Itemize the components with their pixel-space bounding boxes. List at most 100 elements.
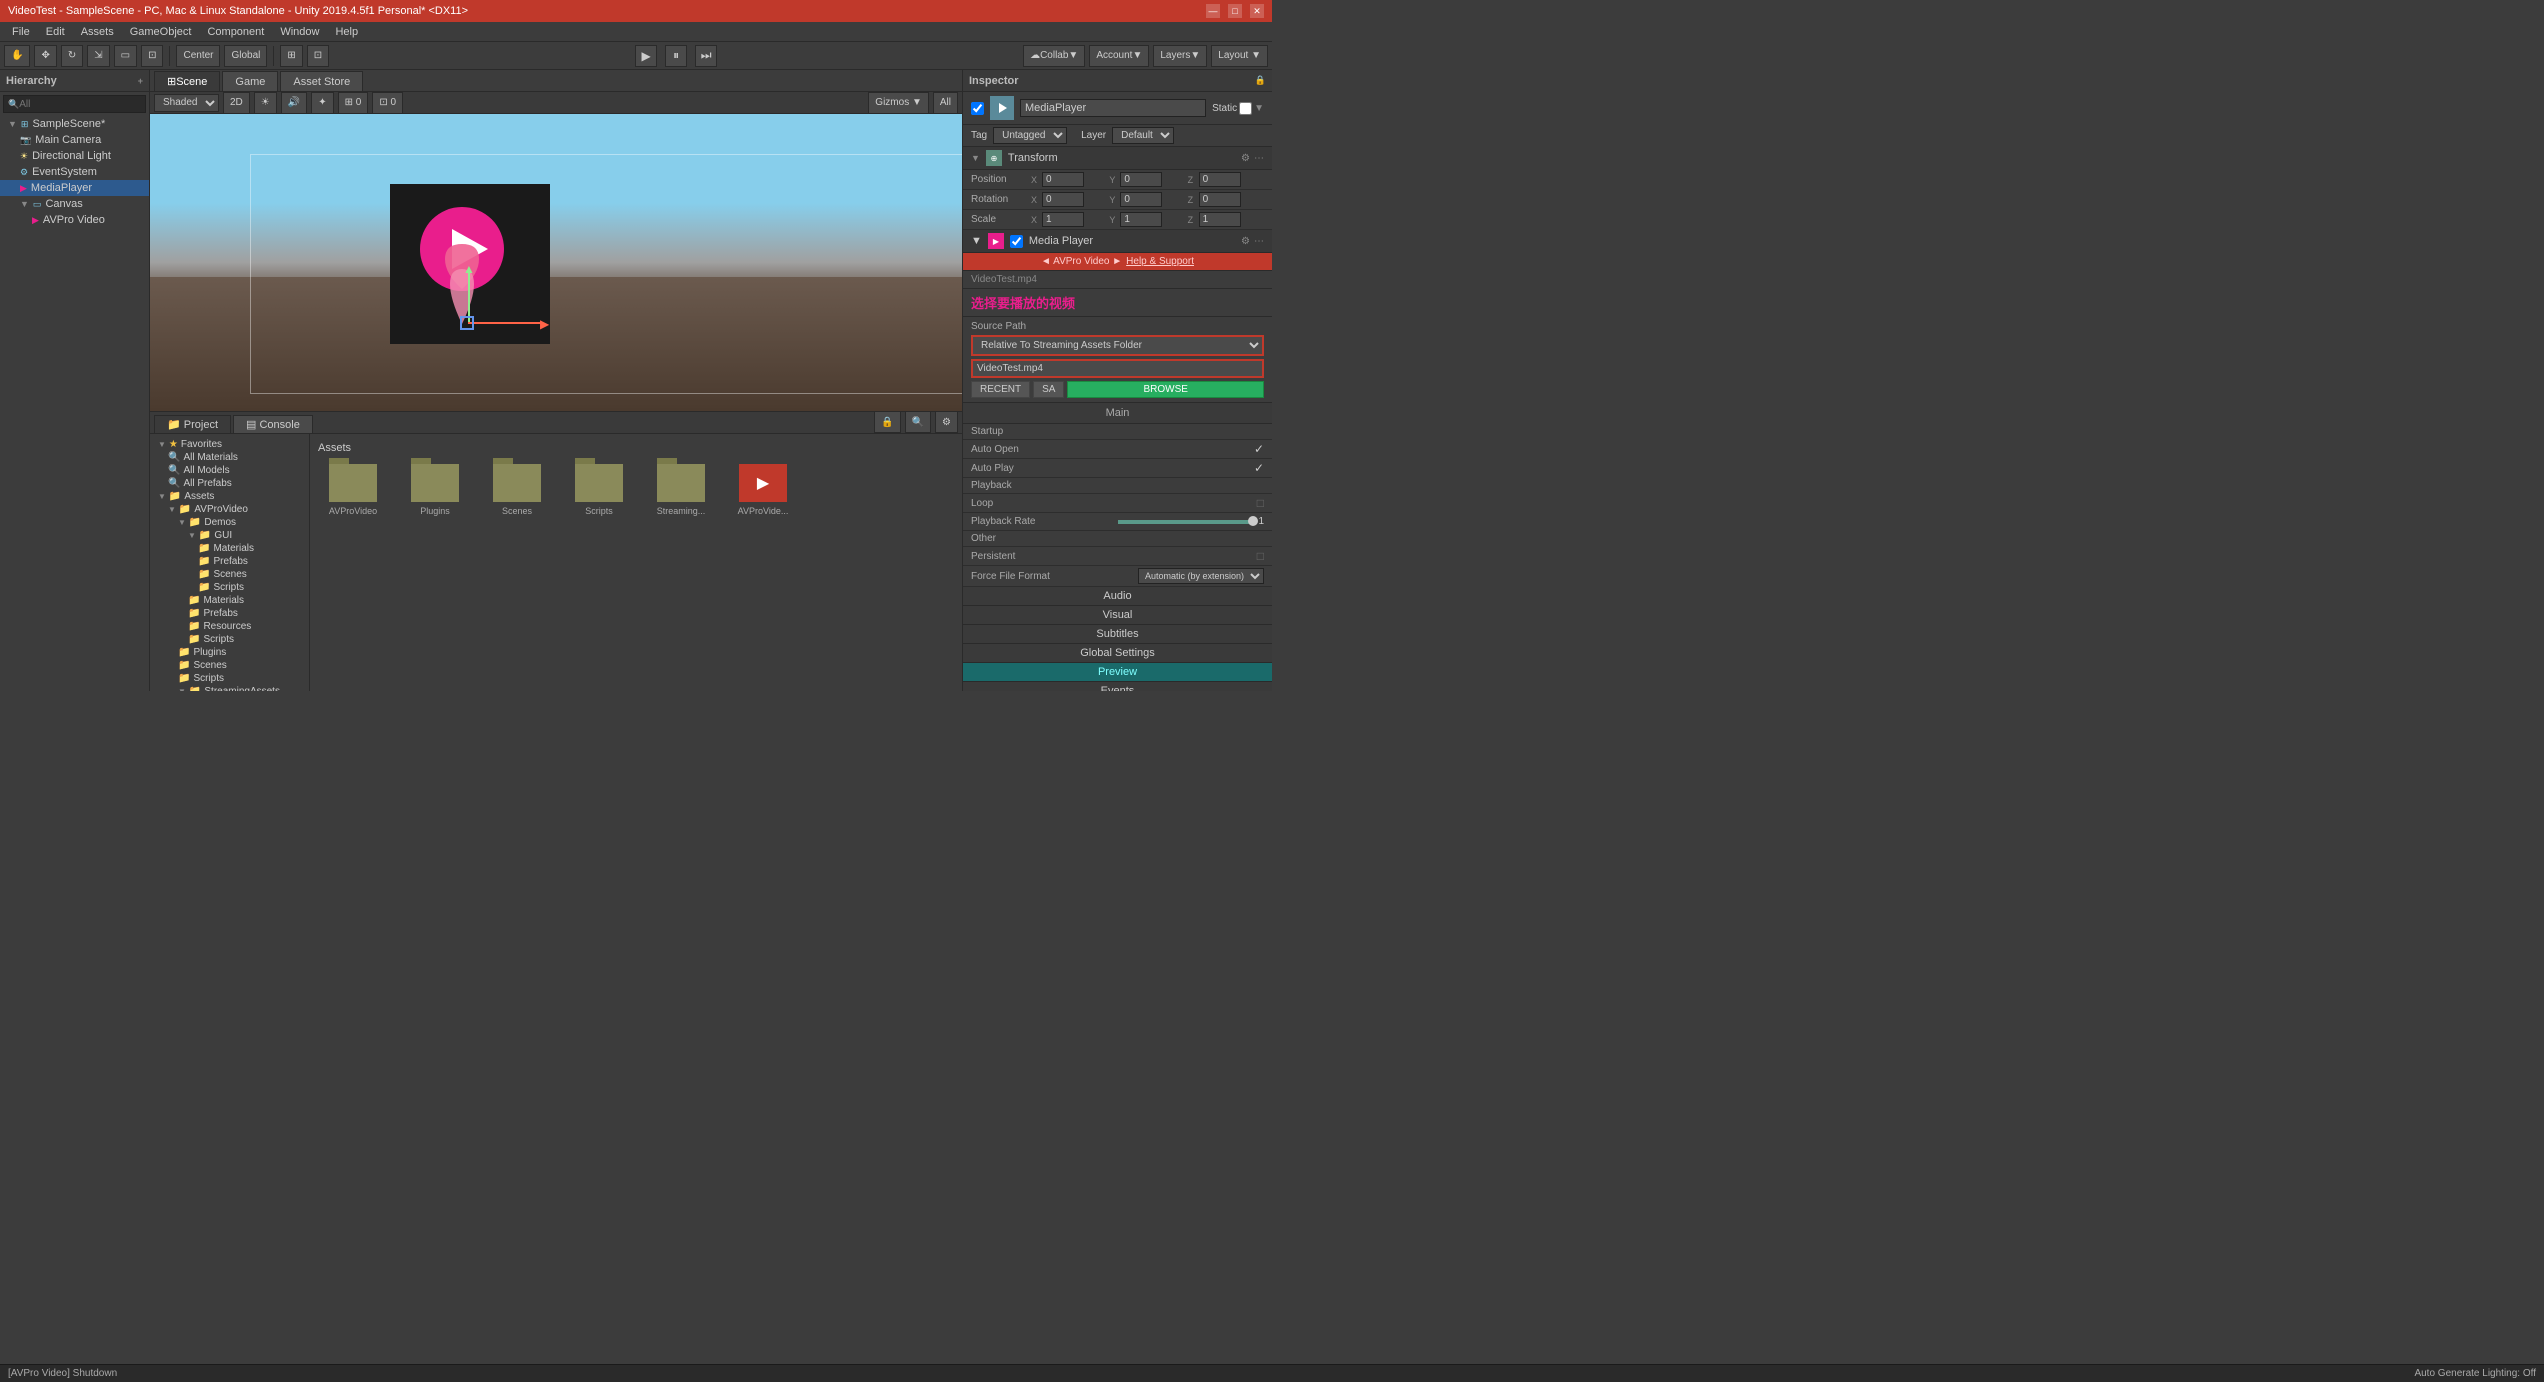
move-tool[interactable]: ✥ [34,45,56,67]
pos-z-input[interactable] [1199,172,1241,187]
tree-materials-gui[interactable]: 📁 Materials [150,542,309,555]
scale-x-input[interactable] [1042,212,1084,227]
audio-btn-insp[interactable]: Audio [963,587,1272,606]
transform-overflow-icon[interactable]: ⋯ [1254,153,1264,164]
pivot-btn[interactable]: Center [176,45,220,67]
events-btn-insp[interactable]: Events [963,682,1272,691]
tab-project[interactable]: 📁 Project [154,415,231,433]
collab-btn[interactable]: ☁ Collab ▼ [1023,45,1085,67]
close-btn[interactable]: ✕ [1250,4,1264,18]
asset-scripts[interactable]: Scripts [564,460,634,520]
tree-demos[interactable]: ▼ 📁 Demos [150,516,309,529]
tree-materials-demos[interactable]: 📁 Materials [150,594,309,607]
persistent-check[interactable]: □ [1257,549,1264,563]
tree-gui[interactable]: ▼ 📁 GUI [150,529,309,542]
fx-btn[interactable]: ✦ [311,92,333,114]
layout-btn[interactable]: Layout ▼ [1211,45,1268,67]
obj-name-input[interactable] [1020,99,1206,117]
grid-overlay-btn[interactable]: ⊡ 0 [372,92,403,114]
account-btn[interactable]: Account ▼ [1089,45,1149,67]
hierarchy-item-canvas[interactable]: ▼ ▭ Canvas [0,196,149,212]
tree-avprovideo[interactable]: ▼ 📁 AVProVideo [150,503,309,516]
rect-tool[interactable]: ▭ [114,45,137,67]
tree-prefabs-demos[interactable]: 📁 Prefabs [150,607,309,620]
rot-y-input[interactable] [1120,192,1162,207]
tree-scenes-gui[interactable]: 📁 Scenes [150,568,309,581]
menu-file[interactable]: File [4,24,38,40]
tree-favorites[interactable]: ▼ ★ Favorites [150,438,309,451]
scale-tool[interactable]: ⇲ [87,45,109,67]
menu-window[interactable]: Window [272,24,327,40]
source-path-input[interactable] [971,359,1264,378]
lighting-btn[interactable]: ☀ [254,92,277,114]
pos-y-input[interactable] [1120,172,1162,187]
scene-settings-btn[interactable]: ⊞ 0 [338,92,369,114]
rot-z-input[interactable] [1199,192,1241,207]
asset-scenes[interactable]: Scenes [482,460,552,520]
auto-play-check[interactable]: ✓ [1254,461,1264,475]
loop-check[interactable]: □ [1257,496,1264,510]
tree-assets-root[interactable]: ▼ 📁 Assets [150,490,309,503]
tree-scripts-gui[interactable]: 📁 Scripts [150,581,309,594]
grid-btn[interactable]: ⊡ [307,45,329,67]
hand-tool[interactable]: ✋ [4,45,30,67]
menu-edit[interactable]: Edit [38,24,73,40]
transform-tool[interactable]: ⊡ [141,45,163,67]
layers-btn[interactable]: Layers ▼ [1153,45,1207,67]
avpro-help-link[interactable]: Help & Support [1126,256,1194,267]
hierarchy-item-directionallight[interactable]: ☀ Directional Light [0,148,149,164]
rotate-tool[interactable]: ↻ [61,45,83,67]
preview-btn-insp[interactable]: Preview [963,663,1272,682]
tree-all-models[interactable]: 🔍 All Models [150,464,309,477]
tree-all-prefabs[interactable]: 🔍 All Prefabs [150,477,309,490]
browse-btn[interactable]: BROWSE [1067,381,1264,398]
tree-prefabs-gui[interactable]: 📁 Prefabs [150,555,309,568]
obj-active-checkbox[interactable] [971,102,984,115]
hierarchy-item-avprovideo[interactable]: ▶ AVPro Video [0,212,149,228]
shaded-select[interactable]: Shaded [154,94,219,112]
mp-overflow-icon[interactable]: ⋯ [1254,236,1264,247]
visual-btn-insp[interactable]: Visual [963,606,1272,625]
transform-section-header[interactable]: ▼ ⊕ Transform ⚙ ⋯ [963,147,1272,170]
scale-y-input[interactable] [1120,212,1162,227]
tree-scripts[interactable]: 📁 Scripts [150,672,309,685]
mp-active-checkbox[interactable] [1010,235,1023,248]
static-checkbox[interactable] [1239,102,1252,115]
bottom-search-btn[interactable]: 🔍 [905,411,931,433]
menu-component[interactable]: Component [199,24,272,40]
asset-streaming[interactable]: Streaming... [646,460,716,520]
menu-assets[interactable]: Assets [73,24,122,40]
tab-assetstore[interactable]: Asset Store [280,71,363,91]
mp-settings-icon[interactable]: ⚙ [1241,236,1250,247]
tree-all-materials[interactable]: 🔍 All Materials [150,451,309,464]
tree-scripts-demos[interactable]: 📁 Scripts [150,633,309,646]
maximize-btn[interactable]: □ [1228,4,1242,18]
gizmos-btn[interactable]: Gizmos ▼ [868,92,929,114]
menu-gameobject[interactable]: GameObject [122,24,200,40]
snap-btn[interactable]: ⊞ [280,45,302,67]
play-btn[interactable]: ▶ [635,45,657,67]
all-btn[interactable]: All [933,92,958,114]
recent-btn[interactable]: RECENT [971,381,1030,398]
tree-plugins[interactable]: 📁 Plugins [150,646,309,659]
tree-streamingassets[interactable]: ▼ 📁 StreamingAssets [150,685,309,691]
hierarchy-search-input[interactable] [19,99,141,110]
hierarchy-item-maincamera[interactable]: 📷 Main Camera [0,132,149,148]
playback-rate-slider[interactable]: 1 [1118,516,1265,527]
pos-x-input[interactable] [1042,172,1084,187]
bottom-lock-btn[interactable]: 🔒 [874,411,900,433]
global-btn[interactable]: Global [224,45,267,67]
hierarchy-search[interactable]: 🔍 [3,95,146,113]
auto-open-check[interactable]: ✓ [1254,442,1264,456]
audio-btn[interactable]: 🔊 [281,92,307,114]
pause-btn[interactable]: ⏸ [665,45,687,67]
tag-select[interactable]: Untagged [993,127,1067,144]
global-settings-btn-insp[interactable]: Global Settings [963,644,1272,663]
hierarchy-item-eventsystem[interactable]: ⚙ EventSystem [0,164,149,180]
asset-avprovideo[interactable]: AVProVideo [318,460,388,520]
rot-x-input[interactable] [1042,192,1084,207]
bottom-settings-btn[interactable]: ⚙ [935,411,958,433]
force-file-format-select[interactable]: Automatic (by extension) [1138,568,1264,584]
asset-plugins[interactable]: Plugins [400,460,470,520]
source-path-select[interactable]: Relative To Streaming Assets Folder [971,335,1264,356]
